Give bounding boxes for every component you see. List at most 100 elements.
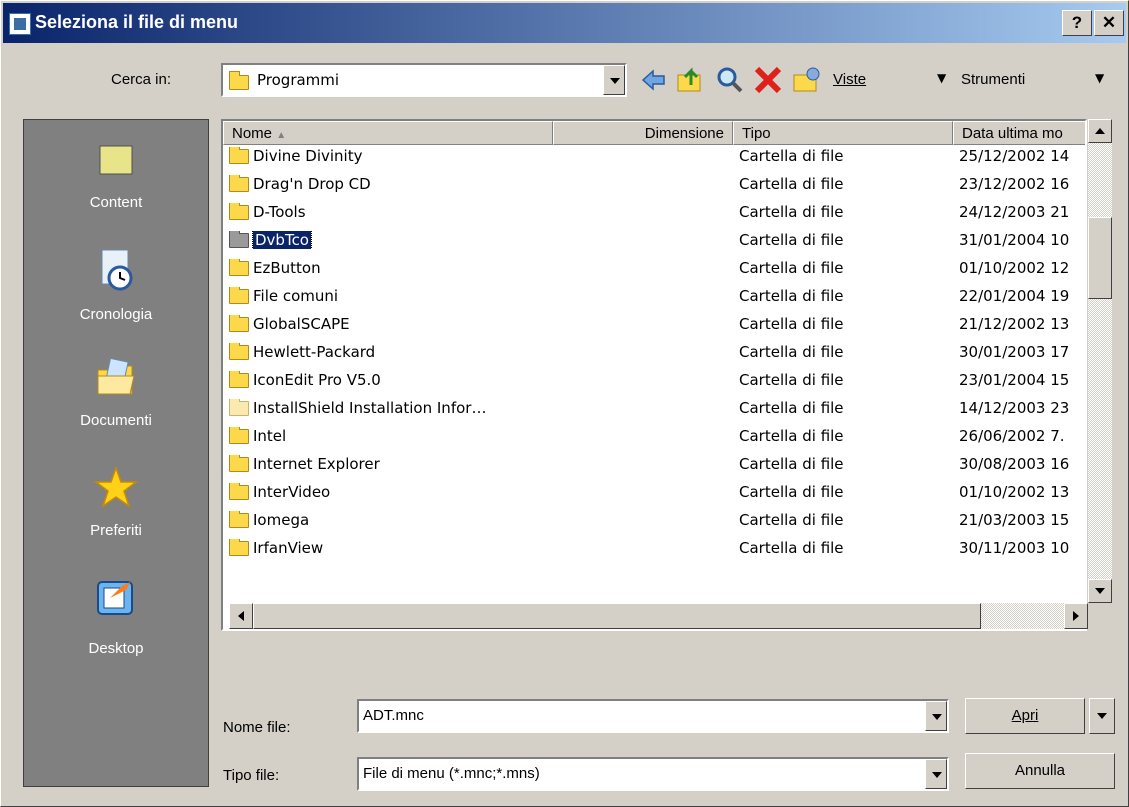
new-folder-button[interactable] <box>791 65 821 95</box>
up-folder-button[interactable] <box>675 65 705 95</box>
chevron-down-icon[interactable] <box>925 701 947 731</box>
delete-button[interactable] <box>753 65 783 95</box>
place-documents[interactable]: Documenti <box>24 356 208 429</box>
folder-icon <box>229 399 249 416</box>
place-label: Desktop <box>88 640 144 657</box>
table-row[interactable]: Internet Explorer Cartella di file 30/08/2… <box>223 453 1085 476</box>
scroll-thumb[interactable] <box>1088 217 1112 299</box>
views-menu[interactable]: Viste <box>833 71 866 88</box>
table-row[interactable]: InterVideo Cartella di file 01/10/2002 13 <box>223 481 1085 504</box>
filename-value: ADT.mnc <box>363 707 424 724</box>
table-row[interactable]: Intel Cartella di file 26/06/2002 7. <box>223 425 1085 448</box>
file-name: Drag'n Drop CD <box>253 175 371 193</box>
favorites-star-icon <box>93 465 139 510</box>
open-button[interactable]: Apri <box>965 698 1085 734</box>
column-header-size[interactable]: Dimensione <box>553 121 733 145</box>
file-name: D-Tools <box>253 203 306 221</box>
cell-date: 22/01/2004 19 <box>959 287 1070 305</box>
sort-ascending-icon: ▲ <box>276 130 287 141</box>
scroll-down-button[interactable] <box>1088 579 1112 603</box>
table-row[interactable]: DvbTco Cartella di file 31/01/2004 10 <box>223 229 1085 252</box>
table-row[interactable]: IconEdit Pro V5.0 Cartella di file 23/01/2… <box>223 369 1085 392</box>
cell-date: 30/01/2003 17 <box>959 343 1070 361</box>
cell-name: Divine Divinity <box>229 147 551 165</box>
filetype-label: Tipo file: <box>223 767 280 784</box>
views-dropdown-icon[interactable]: ▼ <box>937 71 946 85</box>
cell-date: 21/12/2002 13 <box>959 315 1070 333</box>
places-bar: Content Cronologia Documenti Preferiti D… <box>23 119 209 787</box>
cancel-button[interactable]: Annulla <box>965 753 1115 789</box>
cell-type: Cartella di file <box>739 399 844 417</box>
cell-name: File comuni <box>229 287 551 305</box>
search-web-button[interactable] <box>715 65 745 95</box>
cell-type: Cartella di file <box>739 315 844 333</box>
scroll-up-button[interactable] <box>1088 119 1112 143</box>
filename-input[interactable]: ADT.mnc <box>357 699 949 733</box>
folder-icon <box>229 511 249 528</box>
place-label: Documenti <box>80 412 152 429</box>
cell-name: InstallShield Installation Infor… <box>229 399 551 417</box>
tools-menu[interactable]: Strumenti <box>961 71 1025 88</box>
chevron-down-icon[interactable] <box>925 759 947 789</box>
place-history[interactable]: Cronologia <box>24 248 208 323</box>
cell-type: Cartella di file <box>739 147 844 165</box>
column-header-name[interactable]: Nome ▲ <box>223 121 553 145</box>
back-button[interactable] <box>639 67 667 93</box>
table-row[interactable]: Iomega Cartella di file 21/03/2003 15 <box>223 509 1085 532</box>
cell-name: Drag'n Drop CD <box>229 175 551 193</box>
folder-icon <box>229 539 249 556</box>
vertical-scrollbar[interactable] <box>1088 119 1112 603</box>
file-name: Divine Divinity <box>253 147 363 165</box>
title-bar[interactable]: Seleziona il file di menu ? ✕ <box>3 3 1126 43</box>
table-row[interactable]: Divine Divinity Cartella di file 25/12/200… <box>223 145 1085 168</box>
open-options-button[interactable] <box>1089 698 1115 734</box>
close-button[interactable]: ✕ <box>1094 10 1124 36</box>
cell-type: Cartella di file <box>739 287 844 305</box>
column-header-type[interactable]: Tipo <box>733 121 953 145</box>
cell-name: Iomega <box>229 511 551 529</box>
table-row[interactable]: Drag'n Drop CD Cartella di file 23/12/2002… <box>223 173 1085 196</box>
scroll-right-button[interactable] <box>1064 603 1088 629</box>
table-row[interactable]: D-Tools Cartella di file 24/12/2003 21 <box>223 201 1085 224</box>
tools-dropdown-icon[interactable]: ▼ <box>1095 71 1104 85</box>
filetype-select[interactable]: File di menu (*.mnc;*.mns) <box>357 757 949 791</box>
place-desktop[interactable]: Desktop <box>24 576 208 657</box>
table-row[interactable]: EzButton Cartella di file 01/10/2002 12 <box>223 257 1085 280</box>
look-in-label: Cerca in: <box>111 71 172 88</box>
place-content[interactable]: Content <box>24 138 208 211</box>
cell-date: 23/12/2002 16 <box>959 175 1070 193</box>
file-name: Internet Explorer <box>253 455 380 473</box>
delete-x-icon <box>754 66 782 94</box>
place-label: Content <box>89 194 143 211</box>
cell-date: 31/01/2004 10 <box>959 231 1070 249</box>
column-header-date[interactable]: Data ultima mo <box>953 121 1085 145</box>
cell-name: InterVideo <box>229 483 551 501</box>
folder-icon <box>229 427 249 444</box>
file-name: Iomega <box>253 511 310 529</box>
hscroll-thumb[interactable] <box>253 603 981 629</box>
help-button[interactable]: ? <box>1062 10 1092 36</box>
cell-type: Cartella di file <box>739 175 844 193</box>
cell-date: 24/12/2003 21 <box>959 203 1070 221</box>
file-name: Hewlett-Packard <box>253 343 376 361</box>
filetype-value: File di menu (*.mnc;*.mns) <box>363 765 540 782</box>
place-favorites[interactable]: Preferiti <box>24 465 208 539</box>
table-row[interactable]: Hewlett-Packard Cartella di file 30/01/200… <box>223 341 1085 364</box>
folder-icon <box>229 371 249 388</box>
up-folder-icon <box>677 67 701 92</box>
file-dialog: Seleziona il file di menu ? ✕ Cerca in: … <box>0 0 1129 807</box>
views-label: Viste <box>833 71 867 88</box>
folder-icon <box>229 315 249 332</box>
filename-label-text: Nome file: <box>223 719 291 736</box>
cell-date: 30/11/2003 10 <box>959 539 1070 557</box>
look-in-combo[interactable]: Programmi <box>221 63 627 97</box>
scroll-left-button[interactable] <box>229 603 253 629</box>
table-row[interactable]: File comuni Cartella di file 22/01/2004 19 <box>223 285 1085 308</box>
horizontal-scrollbar[interactable] <box>229 603 1088 629</box>
table-row[interactable]: IrfanView Cartella di file 30/11/2003 10 <box>223 537 1085 560</box>
chevron-down-icon[interactable] <box>603 65 625 95</box>
table-row[interactable]: InstallShield Installation Infor… Cartell… <box>223 397 1085 420</box>
table-row[interactable]: GlobalSCAPE Cartella di file 21/12/2002 13 <box>223 313 1085 336</box>
file-list[interactable]: Nome ▲ Dimensione Tipo Data ultima mo Di… <box>221 119 1087 631</box>
cell-name: GlobalSCAPE <box>229 315 551 333</box>
